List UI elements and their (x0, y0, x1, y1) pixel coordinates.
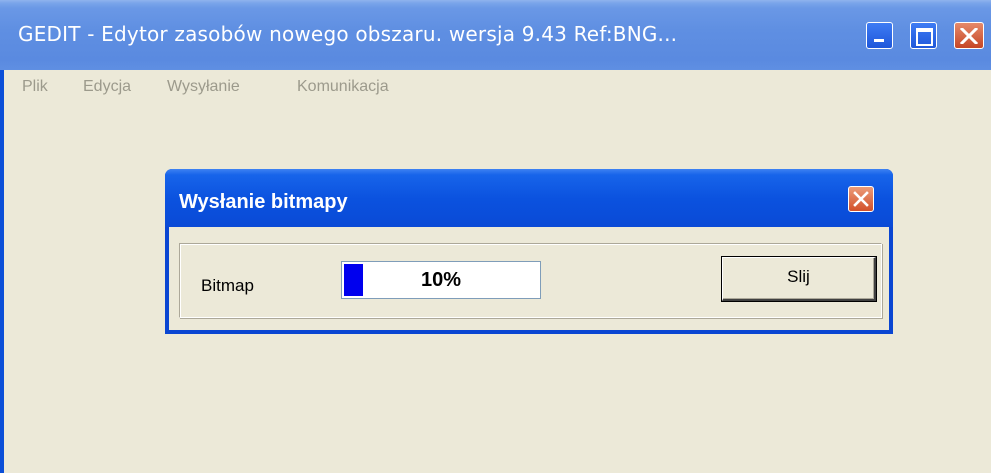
maximize-icon[interactable] (910, 22, 937, 49)
main-titlebar[interactable]: GEDIT - Edytor zasobów nowego obszaru. w… (0, 0, 991, 70)
dialog-titlebar[interactable]: Wysłanie bitmapy (165, 169, 893, 227)
close-icon[interactable] (954, 22, 984, 49)
dialog-body: Bitmap 10% Slij (169, 227, 889, 330)
progress-bar: 10% (341, 261, 541, 299)
menu-item-komunikacja[interactable]: Komunikacja (297, 78, 389, 96)
main-window: GEDIT - Edytor zasobów nowego obszaru. w… (0, 0, 991, 473)
menu-item-wysylanie[interactable]: Wysyłanie (167, 78, 240, 96)
progress-text: 10% (420, 269, 462, 291)
bitmap-label: Bitmap (201, 276, 254, 295)
dialog-close-glyph (853, 191, 869, 207)
menu-item-plik[interactable]: Plik (22, 78, 48, 96)
close-glyph (960, 28, 978, 44)
close-icon[interactable] (848, 186, 874, 212)
send-button[interactable]: Slij (722, 257, 876, 301)
menu-item-edycja[interactable]: Edycja (83, 78, 131, 96)
minimize-icon[interactable] (866, 22, 893, 49)
send-bitmap-dialog: Wysłanie bitmapy Bitmap 10% Slij (165, 169, 893, 334)
menubar: Plik Edycja Wysyłanie Komunikacja (4, 70, 991, 104)
dialog-title: Wysłanie bitmapy (179, 191, 348, 213)
window-title: GEDIT - Edytor zasobów nowego obszaru. w… (18, 22, 678, 46)
